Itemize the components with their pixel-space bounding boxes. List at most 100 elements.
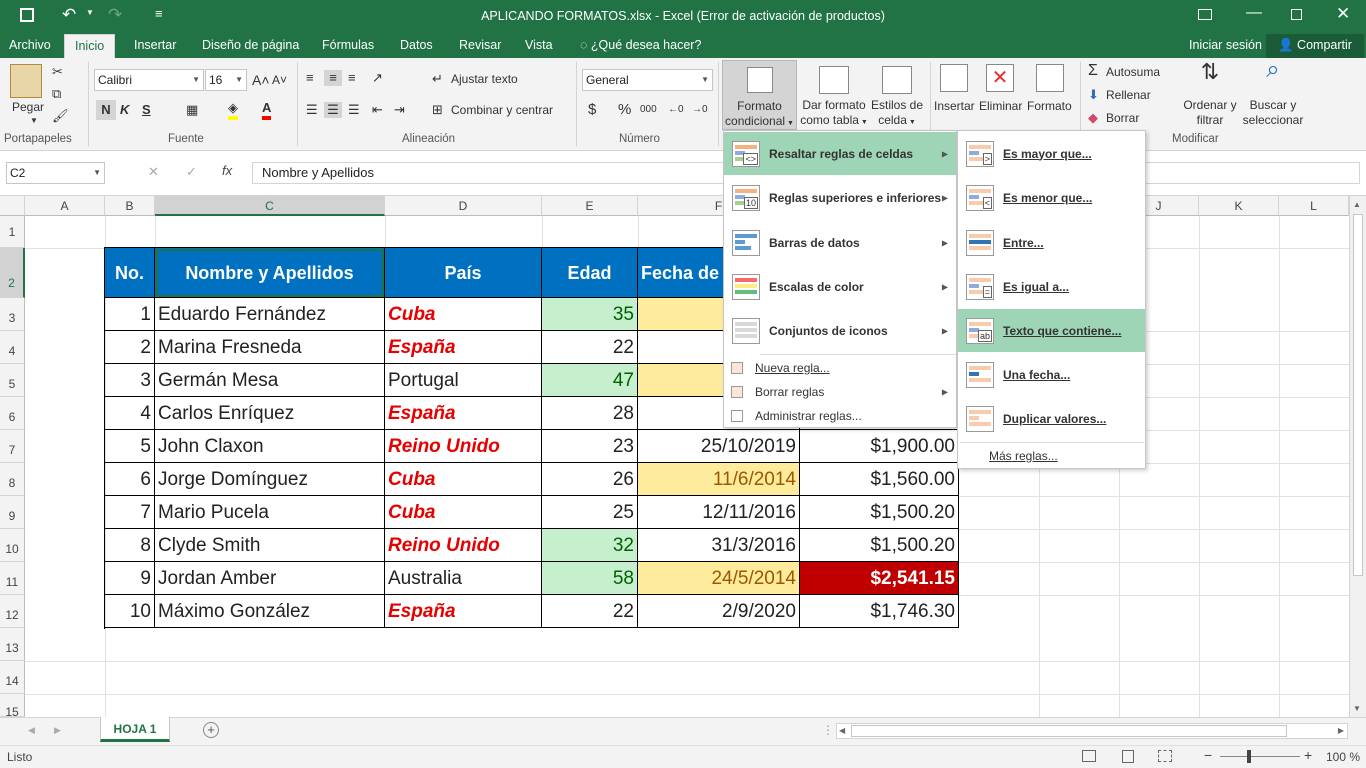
row-header[interactable]: 13: [0, 628, 25, 661]
conditional-format-button[interactable]: Formato condicional ▼: [722, 60, 797, 130]
column-header[interactable]: L: [1279, 196, 1349, 216]
underline-button[interactable]: S: [142, 102, 151, 118]
table-cell[interactable]: 25: [542, 496, 638, 529]
table-cell[interactable]: $1,500.20: [800, 529, 959, 562]
column-header[interactable]: K: [1199, 196, 1279, 216]
column-header[interactable]: E: [542, 196, 638, 216]
table-cell[interactable]: Reino Unido: [385, 430, 542, 463]
shrink-font-icon[interactable]: A˅: [272, 72, 287, 88]
table-cell[interactable]: 35: [542, 298, 638, 331]
align-center-icon[interactable]: ☰: [324, 102, 342, 118]
decrease-indent-icon[interactable]: ⇤: [372, 102, 383, 118]
table-cell[interactable]: $1,500.20: [800, 496, 959, 529]
select-all-corner[interactable]: [0, 196, 25, 216]
table-cell[interactable]: 47: [542, 364, 638, 397]
table-cell[interactable]: 25/10/2019: [638, 430, 800, 463]
table-cell[interactable]: 23: [542, 430, 638, 463]
cut-icon[interactable]: ✂: [52, 64, 63, 80]
tab-datos[interactable]: Datos: [400, 34, 433, 58]
horizontal-scrollbar[interactable]: ◀ ▶: [836, 723, 1348, 739]
font-name-select[interactable]: Calibri ▼: [94, 69, 204, 91]
row-header[interactable]: 4: [0, 331, 25, 364]
menu-item-icon-sets[interactable]: Conjuntos de iconos ▶: [724, 309, 956, 352]
column-header[interactable]: A: [25, 196, 105, 216]
column-header[interactable]: B: [105, 196, 155, 216]
menu-item-highlight-rules[interactable]: <> Resaltar reglas de celdas ▶: [724, 132, 956, 175]
submenu-item-text-contains[interactable]: ab Texto que contiene...: [958, 309, 1145, 352]
scroll-down-icon[interactable]: ▼: [1353, 704, 1361, 713]
tab-revisar[interactable]: Revisar: [459, 34, 501, 58]
menu-item-clear-rules[interactable]: Borrar reglas ▶: [724, 381, 956, 403]
table-cell[interactable]: 24/5/2014: [638, 562, 800, 595]
table-cell[interactable]: 2/9/2020: [638, 595, 800, 628]
clear-button[interactable]: Borrar: [1106, 111, 1139, 125]
orientation-icon[interactable]: ↗: [372, 70, 383, 86]
borders-icon[interactable]: ▦: [186, 102, 198, 118]
table-header[interactable]: No.: [105, 248, 155, 298]
number-format-select[interactable]: General ▼: [582, 69, 713, 91]
table-cell[interactable]: Carlos Enríquez: [155, 397, 385, 430]
scroll-left-icon[interactable]: ◀: [839, 726, 845, 735]
align-top-icon[interactable]: ≡: [306, 70, 314, 86]
row-header[interactable]: 8: [0, 463, 25, 496]
table-header[interactable]: Edad: [542, 248, 638, 298]
fill-color-icon[interactable]: ◈: [228, 100, 238, 120]
table-cell[interactable]: 4: [105, 397, 155, 430]
submenu-item-more-rules[interactable]: Más reglas...: [958, 445, 1145, 467]
submenu-item-equal-to[interactable]: = Es igual a...: [958, 265, 1145, 308]
bold-button[interactable]: N: [96, 100, 116, 120]
font-color-icon[interactable]: A: [262, 100, 272, 120]
table-cell[interactable]: 28: [542, 397, 638, 430]
row-header[interactable]: 10: [0, 529, 25, 562]
scroll-right-icon[interactable]: ▶: [1338, 726, 1344, 735]
table-cell[interactable]: Jorge Domínguez: [155, 463, 385, 496]
undo-dropdown-icon[interactable]: ▼: [86, 8, 94, 17]
restore-icon[interactable]: [1291, 9, 1302, 20]
cancel-icon[interactable]: ✕: [148, 164, 159, 180]
table-cell[interactable]: $2,541.15: [800, 562, 959, 595]
signin-link[interactable]: Iniciar sesión: [1189, 34, 1262, 58]
enter-icon[interactable]: ✓: [186, 164, 197, 180]
align-middle-icon[interactable]: ≡: [324, 70, 342, 86]
submenu-item-duplicate-values[interactable]: Duplicar valores...: [958, 397, 1145, 440]
paste-icon[interactable]: [10, 64, 42, 98]
table-cell[interactable]: Germán Mesa: [155, 364, 385, 397]
delete-cells-button[interactable]: Eliminar: [979, 99, 1022, 113]
table-cell[interactable]: Cuba: [385, 298, 542, 331]
normal-view-icon[interactable]: [1082, 750, 1096, 762]
table-cell[interactable]: 22: [542, 331, 638, 364]
worksheet-grid[interactable]: A B C D E F G H I J K L 1 2 3 4 5 6 7 8 …: [0, 196, 1366, 717]
table-cell[interactable]: Reino Unido: [385, 529, 542, 562]
tell-me-search[interactable]: ◌ ¿Qué desea hacer?: [580, 34, 701, 58]
customize-toolbar-icon[interactable]: ≡: [155, 6, 163, 21]
align-left-icon[interactable]: ☰: [306, 102, 318, 118]
table-cell[interactable]: España: [385, 331, 542, 364]
zoom-slider-handle[interactable]: [1247, 750, 1251, 763]
table-cell[interactable]: Máximo González: [155, 595, 385, 628]
table-cell[interactable]: 3: [105, 364, 155, 397]
table-cell[interactable]: 32: [542, 529, 638, 562]
table-cell[interactable]: Australia: [385, 562, 542, 595]
tab-vista[interactable]: Vista: [525, 34, 553, 58]
menu-item-color-scales[interactable]: Escalas de color ▶: [724, 265, 956, 308]
increase-decimal-icon[interactable]: ←0: [668, 102, 684, 118]
merge-center-button[interactable]: Combinar y centrar: [451, 103, 553, 117]
wrap-text-button[interactable]: Ajustar texto: [451, 72, 518, 86]
fill-button[interactable]: Rellenar: [1106, 88, 1151, 102]
table-cell[interactable]: Cuba: [385, 496, 542, 529]
table-cell[interactable]: 9: [105, 562, 155, 595]
menu-item-new-rule[interactable]: Nueva regla...: [724, 357, 956, 379]
tab-inicio[interactable]: Inicio: [64, 34, 116, 58]
prev-sheet-icon[interactable]: ◀: [28, 725, 35, 736]
table-cell[interactable]: 31/3/2016: [638, 529, 800, 562]
grow-font-icon[interactable]: A˄: [252, 72, 270, 88]
table-cell[interactable]: $1,746.30: [800, 595, 959, 628]
align-right-icon[interactable]: ☰: [348, 102, 360, 118]
table-cell[interactable]: Cuba: [385, 463, 542, 496]
submenu-item-date[interactable]: Una fecha...: [958, 353, 1145, 396]
scroll-thumb[interactable]: [1353, 214, 1363, 576]
row-header[interactable]: 9: [0, 496, 25, 529]
italic-button[interactable]: K: [120, 102, 129, 118]
font-size-select[interactable]: 16 ▼: [205, 69, 247, 91]
table-cell[interactable]: 58: [542, 562, 638, 595]
